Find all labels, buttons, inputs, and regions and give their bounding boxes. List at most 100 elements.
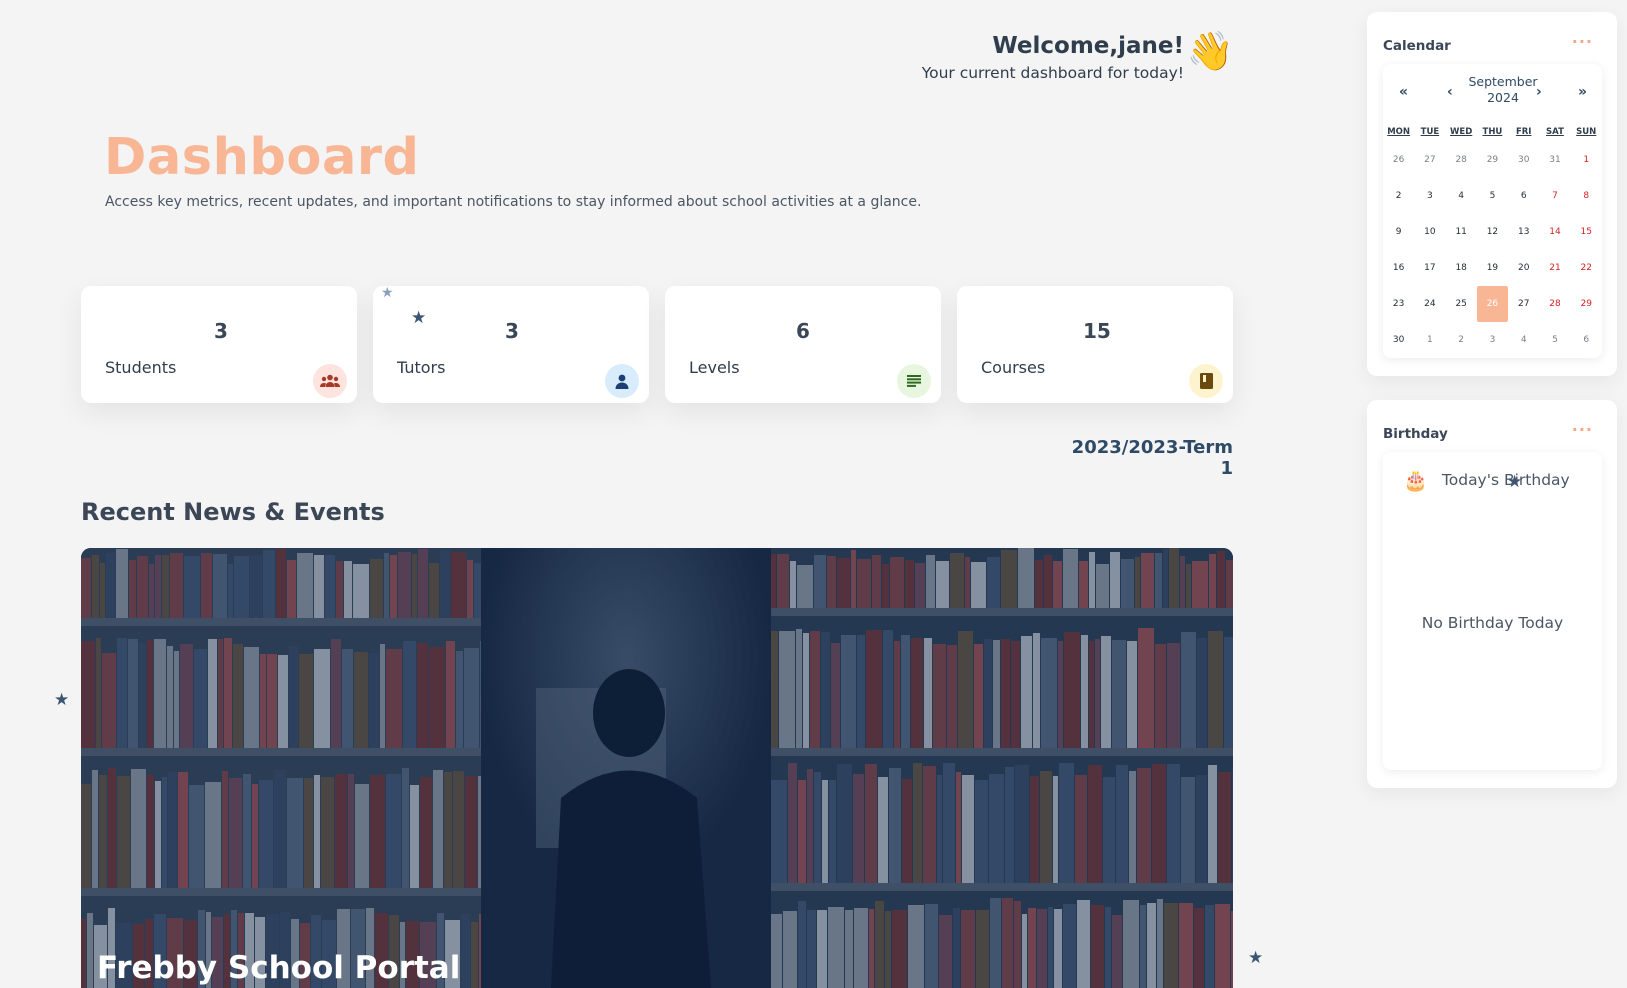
- star-icon: ★: [54, 690, 70, 710]
- calendar-day[interactable]: 7: [1539, 178, 1570, 214]
- calendar-day[interactable]: 29: [1571, 286, 1602, 322]
- calendar-more-icon[interactable]: ···: [1572, 32, 1593, 51]
- calendar-day[interactable]: 14: [1539, 214, 1570, 250]
- students-count: 3: [214, 319, 228, 343]
- birthday-card: Birthday ··· 🎂 Today's Birthday No Birth…: [1367, 400, 1617, 788]
- calendar-next-button[interactable]: ›: [1536, 84, 1542, 100]
- calendar-day[interactable]: 15: [1571, 214, 1602, 250]
- calendar-week: 23 24 25 26 27 28 29: [1383, 286, 1602, 322]
- calendar-widget: « ‹ September 2024 › » MON TUE WED THU FRI SA…: [1383, 64, 1602, 358]
- page-description: Access key metrics, recent updates, and …: [105, 194, 922, 210]
- calendar-day[interactable]: 25: [1446, 286, 1477, 322]
- calendar-day[interactable]: 22: [1571, 250, 1602, 286]
- calendar-day[interactable]: 30: [1508, 142, 1539, 178]
- calendar-week: 9 10 11 12 13 14 15: [1383, 214, 1602, 250]
- calendar-day[interactable]: 21: [1539, 250, 1570, 286]
- birthday-widget: 🎂 Today's Birthday No Birthday Today: [1383, 452, 1602, 770]
- calendar-day[interactable]: 31: [1539, 142, 1570, 178]
- calendar-day[interactable]: 2: [1383, 178, 1414, 214]
- calendar-day[interactable]: 20: [1508, 250, 1539, 286]
- calendar-day[interactable]: 28: [1539, 286, 1570, 322]
- calendar-day[interactable]: 27: [1414, 142, 1445, 178]
- group-icon: [313, 364, 347, 398]
- calendar-day[interactable]: 30: [1383, 322, 1414, 358]
- calendar-card: Calendar ··· « ‹ September 2024 › » MON T…: [1367, 12, 1617, 376]
- calendar-day[interactable]: 11: [1446, 214, 1477, 250]
- calendar-day[interactable]: 6: [1508, 178, 1539, 214]
- calendar-days: 26 27 28 29 30 31 1 2 3 4 5 6 7 8 9 10 11 12 13 14 15 16 17 18 1…: [1383, 142, 1602, 358]
- list-icon: [897, 364, 931, 398]
- calendar-last-button[interactable]: »: [1578, 84, 1587, 100]
- calendar-weekdays: MON TUE WED THU FRI SAT SUN: [1383, 122, 1602, 142]
- courses-count: 15: [1083, 319, 1111, 343]
- term-label: 2023/2023-Term 1: [1071, 437, 1233, 479]
- birthday-today-label: Today's Birthday: [1441, 471, 1570, 489]
- courses-label: Courses: [981, 358, 1046, 377]
- calendar-day[interactable]: 12: [1477, 214, 1508, 250]
- students-label: Students: [105, 358, 177, 377]
- calendar-title: Calendar: [1383, 38, 1451, 54]
- calendar-day[interactable]: 4: [1508, 322, 1539, 358]
- calendar-day[interactable]: 6: [1571, 322, 1602, 358]
- calendar-day[interactable]: 8: [1571, 178, 1602, 214]
- calendar-day[interactable]: 10: [1414, 214, 1445, 250]
- calendar-grid: MON TUE WED THU FRI SAT SUN 26 27 28 29 30 31 1 2 3 4 5 6…: [1383, 122, 1602, 358]
- weekday-label: MON: [1387, 127, 1411, 137]
- calendar-day[interactable]: 24: [1414, 286, 1445, 322]
- weekday-label: WED: [1450, 127, 1473, 137]
- star-icon: ★: [1507, 472, 1523, 492]
- levels-card[interactable]: 6 Levels: [665, 286, 941, 403]
- tutors-label: Tutors: [397, 358, 446, 377]
- hero-caption: Frebby School Portal: [97, 950, 461, 986]
- news-heading: Recent News & Events: [81, 498, 385, 526]
- weekday-label: FRI: [1515, 127, 1532, 137]
- library-photo: [81, 548, 1233, 988]
- calendar-day[interactable]: 27: [1508, 286, 1539, 322]
- calendar-day[interactable]: 19: [1477, 250, 1508, 286]
- calendar-day[interactable]: 1: [1571, 142, 1602, 178]
- levels-label: Levels: [689, 358, 740, 377]
- calendar-first-button[interactable]: «: [1399, 84, 1408, 100]
- calendar-day[interactable]: 26: [1476, 286, 1509, 322]
- students-card[interactable]: 3 Students: [81, 286, 357, 403]
- calendar-day[interactable]: 9: [1383, 214, 1414, 250]
- calendar-day[interactable]: 18: [1446, 250, 1477, 286]
- levels-count: 6: [796, 319, 810, 343]
- calendar-week: 16 17 18 19 20 21 22: [1383, 250, 1602, 286]
- wave-icon: 👋: [1186, 29, 1234, 73]
- calendar-day[interactable]: 3: [1477, 322, 1508, 358]
- calendar-day[interactable]: 4: [1446, 178, 1477, 214]
- calendar-day[interactable]: 5: [1477, 178, 1508, 214]
- calendar-day[interactable]: 17: [1414, 250, 1445, 286]
- calendar-day[interactable]: 3: [1414, 178, 1445, 214]
- calendar-week: 30 1 2 3 4 5 6: [1383, 322, 1602, 358]
- tutors-card[interactable]: 3 Tutors: [373, 286, 649, 403]
- welcome-title: Welcome,jane!: [992, 33, 1184, 59]
- welcome-block: Welcome,jane! Your current dashboard for…: [860, 30, 1234, 82]
- birthday-title: Birthday: [1383, 426, 1448, 442]
- calendar-day[interactable]: 16: [1383, 250, 1414, 286]
- weekday-label: SUN: [1576, 127, 1597, 137]
- weekday-label: SAT: [1546, 127, 1564, 137]
- calendar-day[interactable]: 26: [1383, 142, 1414, 178]
- page-title: Dashboard: [104, 128, 420, 187]
- calendar-day[interactable]: 23: [1383, 286, 1414, 322]
- star-icon: ★: [1248, 948, 1264, 968]
- calendar-day[interactable]: 13: [1508, 214, 1539, 250]
- courses-card[interactable]: 15 Courses: [957, 286, 1233, 403]
- calendar-week: 2345678: [1383, 178, 1602, 214]
- news-hero-image[interactable]: Frebby School Portal: [81, 548, 1233, 988]
- calendar-day[interactable]: 5: [1539, 322, 1570, 358]
- calendar-day[interactable]: 1: [1414, 322, 1445, 358]
- weekday-label: TUE: [1420, 127, 1440, 137]
- calendar-day[interactable]: 28: [1446, 142, 1477, 178]
- calendar-day[interactable]: 29: [1477, 142, 1508, 178]
- cake-icon: 🎂: [1403, 468, 1428, 492]
- star-icon: ★: [381, 285, 394, 301]
- calendar-day[interactable]: 2: [1446, 322, 1477, 358]
- birthday-empty-message: No Birthday Today: [1421, 614, 1564, 632]
- person-icon: [605, 364, 639, 398]
- star-icon: ★: [411, 308, 427, 328]
- birthday-more-icon[interactable]: ···: [1572, 420, 1593, 439]
- weekday-label: THU: [1482, 127, 1503, 137]
